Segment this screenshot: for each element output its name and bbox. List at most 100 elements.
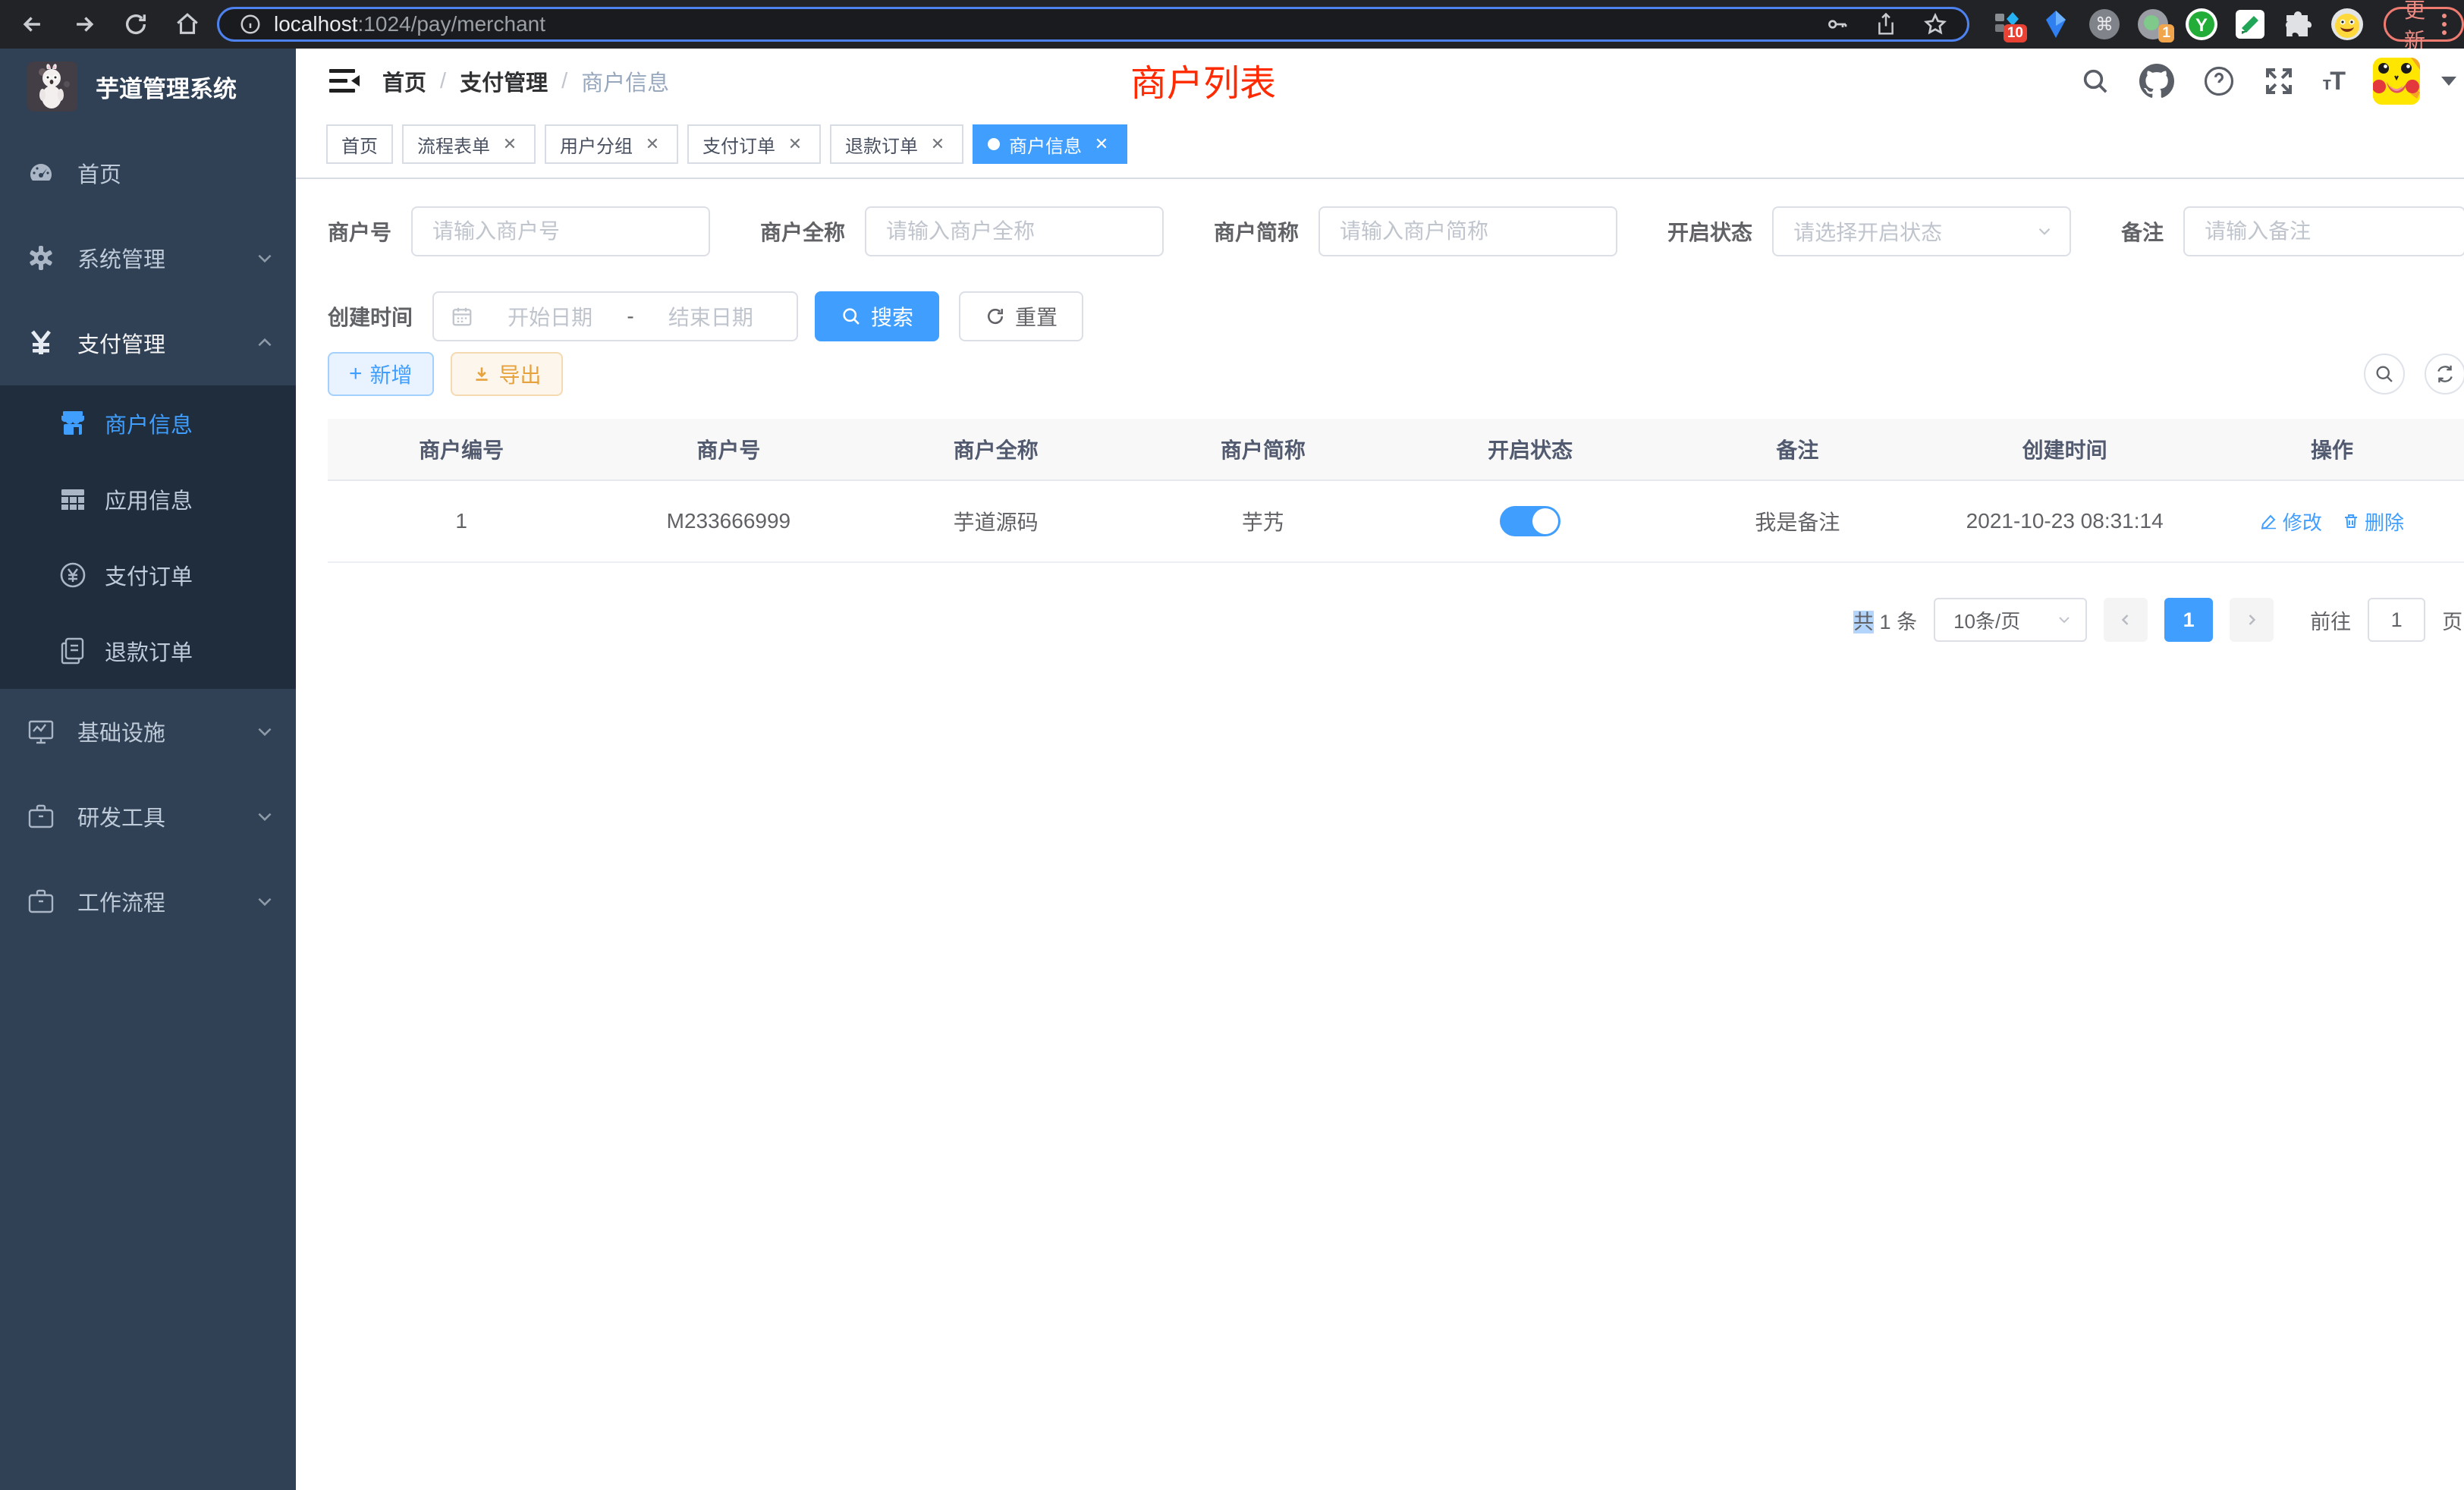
sidebar-item-pay-order[interactable]: 支付订单 — [0, 537, 296, 613]
profile-emoji-avatar[interactable] — [2330, 8, 2364, 41]
main-content: 商户列表 首页 / 支付管理 / 商户信息 тT — [296, 49, 2464, 1490]
column-header-create-time: 创建时间 — [1931, 419, 2198, 479]
sidebar-item-label: 支付管理 — [77, 327, 165, 359]
full-name-input[interactable] — [865, 206, 1164, 256]
tab-pay-order[interactable]: 支付订单 ✕ — [687, 124, 821, 164]
search-button[interactable]: 搜索 — [815, 291, 939, 341]
bookmark-star-icon[interactable] — [1923, 12, 1947, 36]
sidebar-item-system[interactable]: 系统管理 — [0, 215, 296, 300]
close-icon[interactable]: ✕ — [642, 134, 663, 155]
extensions-puzzle-icon[interactable] — [2282, 8, 2315, 41]
edit-link[interactable]: 修改 — [2260, 508, 2322, 536]
create-time-range-picker[interactable]: 开始日期 - 结束日期 — [432, 291, 798, 341]
browser-home-button[interactable] — [165, 6, 209, 42]
browser-update-button[interactable]: 更新 — [2384, 7, 2464, 42]
status-select[interactable]: 请选择开启状态 — [1772, 206, 2071, 256]
prev-page-button[interactable] — [2104, 598, 2148, 642]
sidebar-item-infrastructure[interactable]: 基础设施 — [0, 689, 296, 774]
sidebar-item-payment[interactable]: 支付管理 — [0, 300, 296, 385]
tab-label: 支付订单 — [702, 131, 775, 158]
next-page-button[interactable] — [2230, 598, 2274, 642]
sidebar-item-label: 支付订单 — [105, 559, 193, 591]
extension-y-icon[interactable]: Y — [2185, 8, 2218, 41]
delete-link-label: 删除 — [2365, 508, 2404, 536]
help-icon[interactable] — [2203, 65, 2235, 97]
breadcrumb: 首页 / 支付管理 / 商户信息 — [382, 65, 669, 97]
tab-label: 流程表单 — [417, 131, 490, 158]
sidebar-item-label: 退款订单 — [105, 635, 193, 667]
forward-arrow-icon — [71, 11, 97, 37]
browser-forward-button[interactable] — [62, 6, 106, 42]
export-button[interactable]: 导出 — [451, 352, 563, 396]
browser-back-button[interactable] — [11, 6, 55, 42]
goto-page-input[interactable] — [2368, 598, 2425, 642]
refund-doc-icon — [58, 637, 88, 665]
avatar-dropdown-caret[interactable] — [2441, 77, 2456, 86]
total-prefix: 共 — [1853, 611, 1874, 633]
page-size-select[interactable]: 10条/页 — [1934, 598, 2087, 642]
extension-tabs-icon[interactable]: 10 — [1991, 8, 2024, 41]
end-date-placeholder[interactable]: 结束日期 — [642, 301, 780, 332]
close-icon[interactable]: ✕ — [784, 134, 806, 155]
tab-user-group[interactable]: 用户分组✕ — [545, 124, 678, 164]
app-logo-row[interactable]: 芋道管理系统 — [0, 49, 296, 124]
extension-chat-icon[interactable] — [2233, 8, 2267, 41]
briefcase-icon — [26, 888, 56, 915]
browser-menu-icon[interactable] — [2442, 14, 2447, 35]
share-icon[interactable] — [1875, 12, 1897, 36]
pagination: 共 1 条 10条/页 1 前往 页 — [296, 563, 2464, 642]
status-toggle-on[interactable] — [1500, 506, 1560, 536]
svg-text:Y: Y — [2195, 15, 2208, 36]
browser-reload-button[interactable] — [114, 6, 158, 42]
page-number-1[interactable]: 1 — [2164, 598, 2213, 642]
breadcrumb-home[interactable]: 首页 — [382, 65, 426, 97]
browser-chrome: localhost:1024/pay/merchant 10 ⌘ 1 Y — [0, 0, 2464, 49]
page-info-icon[interactable] — [239, 13, 262, 36]
reset-button-label: 重置 — [1015, 301, 1058, 332]
address-bar[interactable]: localhost:1024/pay/merchant — [217, 7, 1969, 42]
delete-link[interactable]: 删除 — [2342, 508, 2404, 536]
sidebar-collapse-button[interactable] — [320, 57, 369, 105]
font-size-icon[interactable]: тT — [2323, 67, 2345, 96]
chevron-down-icon — [255, 721, 275, 741]
github-icon[interactable] — [2139, 64, 2174, 99]
reset-button[interactable]: 重置 — [959, 291, 1083, 341]
sidebar-item-dev-tools[interactable]: 研发工具 — [0, 774, 296, 859]
extension-command-icon[interactable]: ⌘ — [2088, 8, 2121, 41]
sidebar-item-merchant-info[interactable]: 商户信息 — [0, 385, 296, 461]
header-search-icon[interactable] — [2080, 66, 2110, 96]
sidebar-item-label: 系统管理 — [77, 242, 165, 274]
close-icon[interactable]: ✕ — [1091, 134, 1112, 155]
sidebar-item-app-info[interactable]: 应用信息 — [0, 461, 296, 537]
total-suffix: 条 — [1897, 611, 1917, 633]
sidebar-item-workflow[interactable]: 工作流程 — [0, 859, 296, 944]
extension-pin-icon[interactable] — [2039, 8, 2073, 41]
close-icon[interactable]: ✕ — [927, 134, 948, 155]
extension-recorder-icon[interactable]: 1 — [2136, 8, 2170, 41]
url-text: localhost:1024/pay/merchant — [274, 12, 545, 36]
add-button[interactable]: + 新增 — [328, 352, 434, 396]
tab-refund-order[interactable]: 退款订单✕ — [830, 124, 963, 164]
merchant-no-input[interactable] — [411, 206, 710, 256]
tab-home[interactable]: 首页 — [326, 124, 393, 164]
tab-merchant-info[interactable]: 商户信息✕ — [973, 124, 1127, 164]
toggle-search-button[interactable] — [2364, 354, 2405, 395]
chevron-down-icon — [255, 806, 275, 826]
fullscreen-icon[interactable] — [2264, 66, 2294, 96]
refresh-icon — [985, 306, 1006, 327]
start-date-placeholder[interactable]: 开始日期 — [481, 301, 619, 332]
user-avatar[interactable] — [2373, 58, 2420, 105]
range-separator: - — [627, 304, 633, 328]
password-key-icon[interactable] — [1824, 12, 1849, 36]
refresh-table-button[interactable] — [2425, 354, 2464, 395]
chevron-down-icon — [2055, 611, 2073, 629]
breadcrumb-payment[interactable]: 支付管理 — [460, 65, 548, 97]
sidebar-item-refund-order[interactable]: 退款订单 — [0, 613, 296, 689]
close-icon[interactable]: ✕ — [499, 134, 520, 155]
sidebar-item-home[interactable]: 首页 — [0, 130, 296, 215]
svg-text:⌘: ⌘ — [2095, 14, 2114, 35]
remark-input[interactable] — [2183, 206, 2464, 256]
short-name-input[interactable] — [1318, 206, 1617, 256]
sidebar: 芋道管理系统 首页 系统管理 — [0, 49, 296, 1490]
tab-process-form[interactable]: 流程表单 ✕ — [402, 124, 536, 164]
